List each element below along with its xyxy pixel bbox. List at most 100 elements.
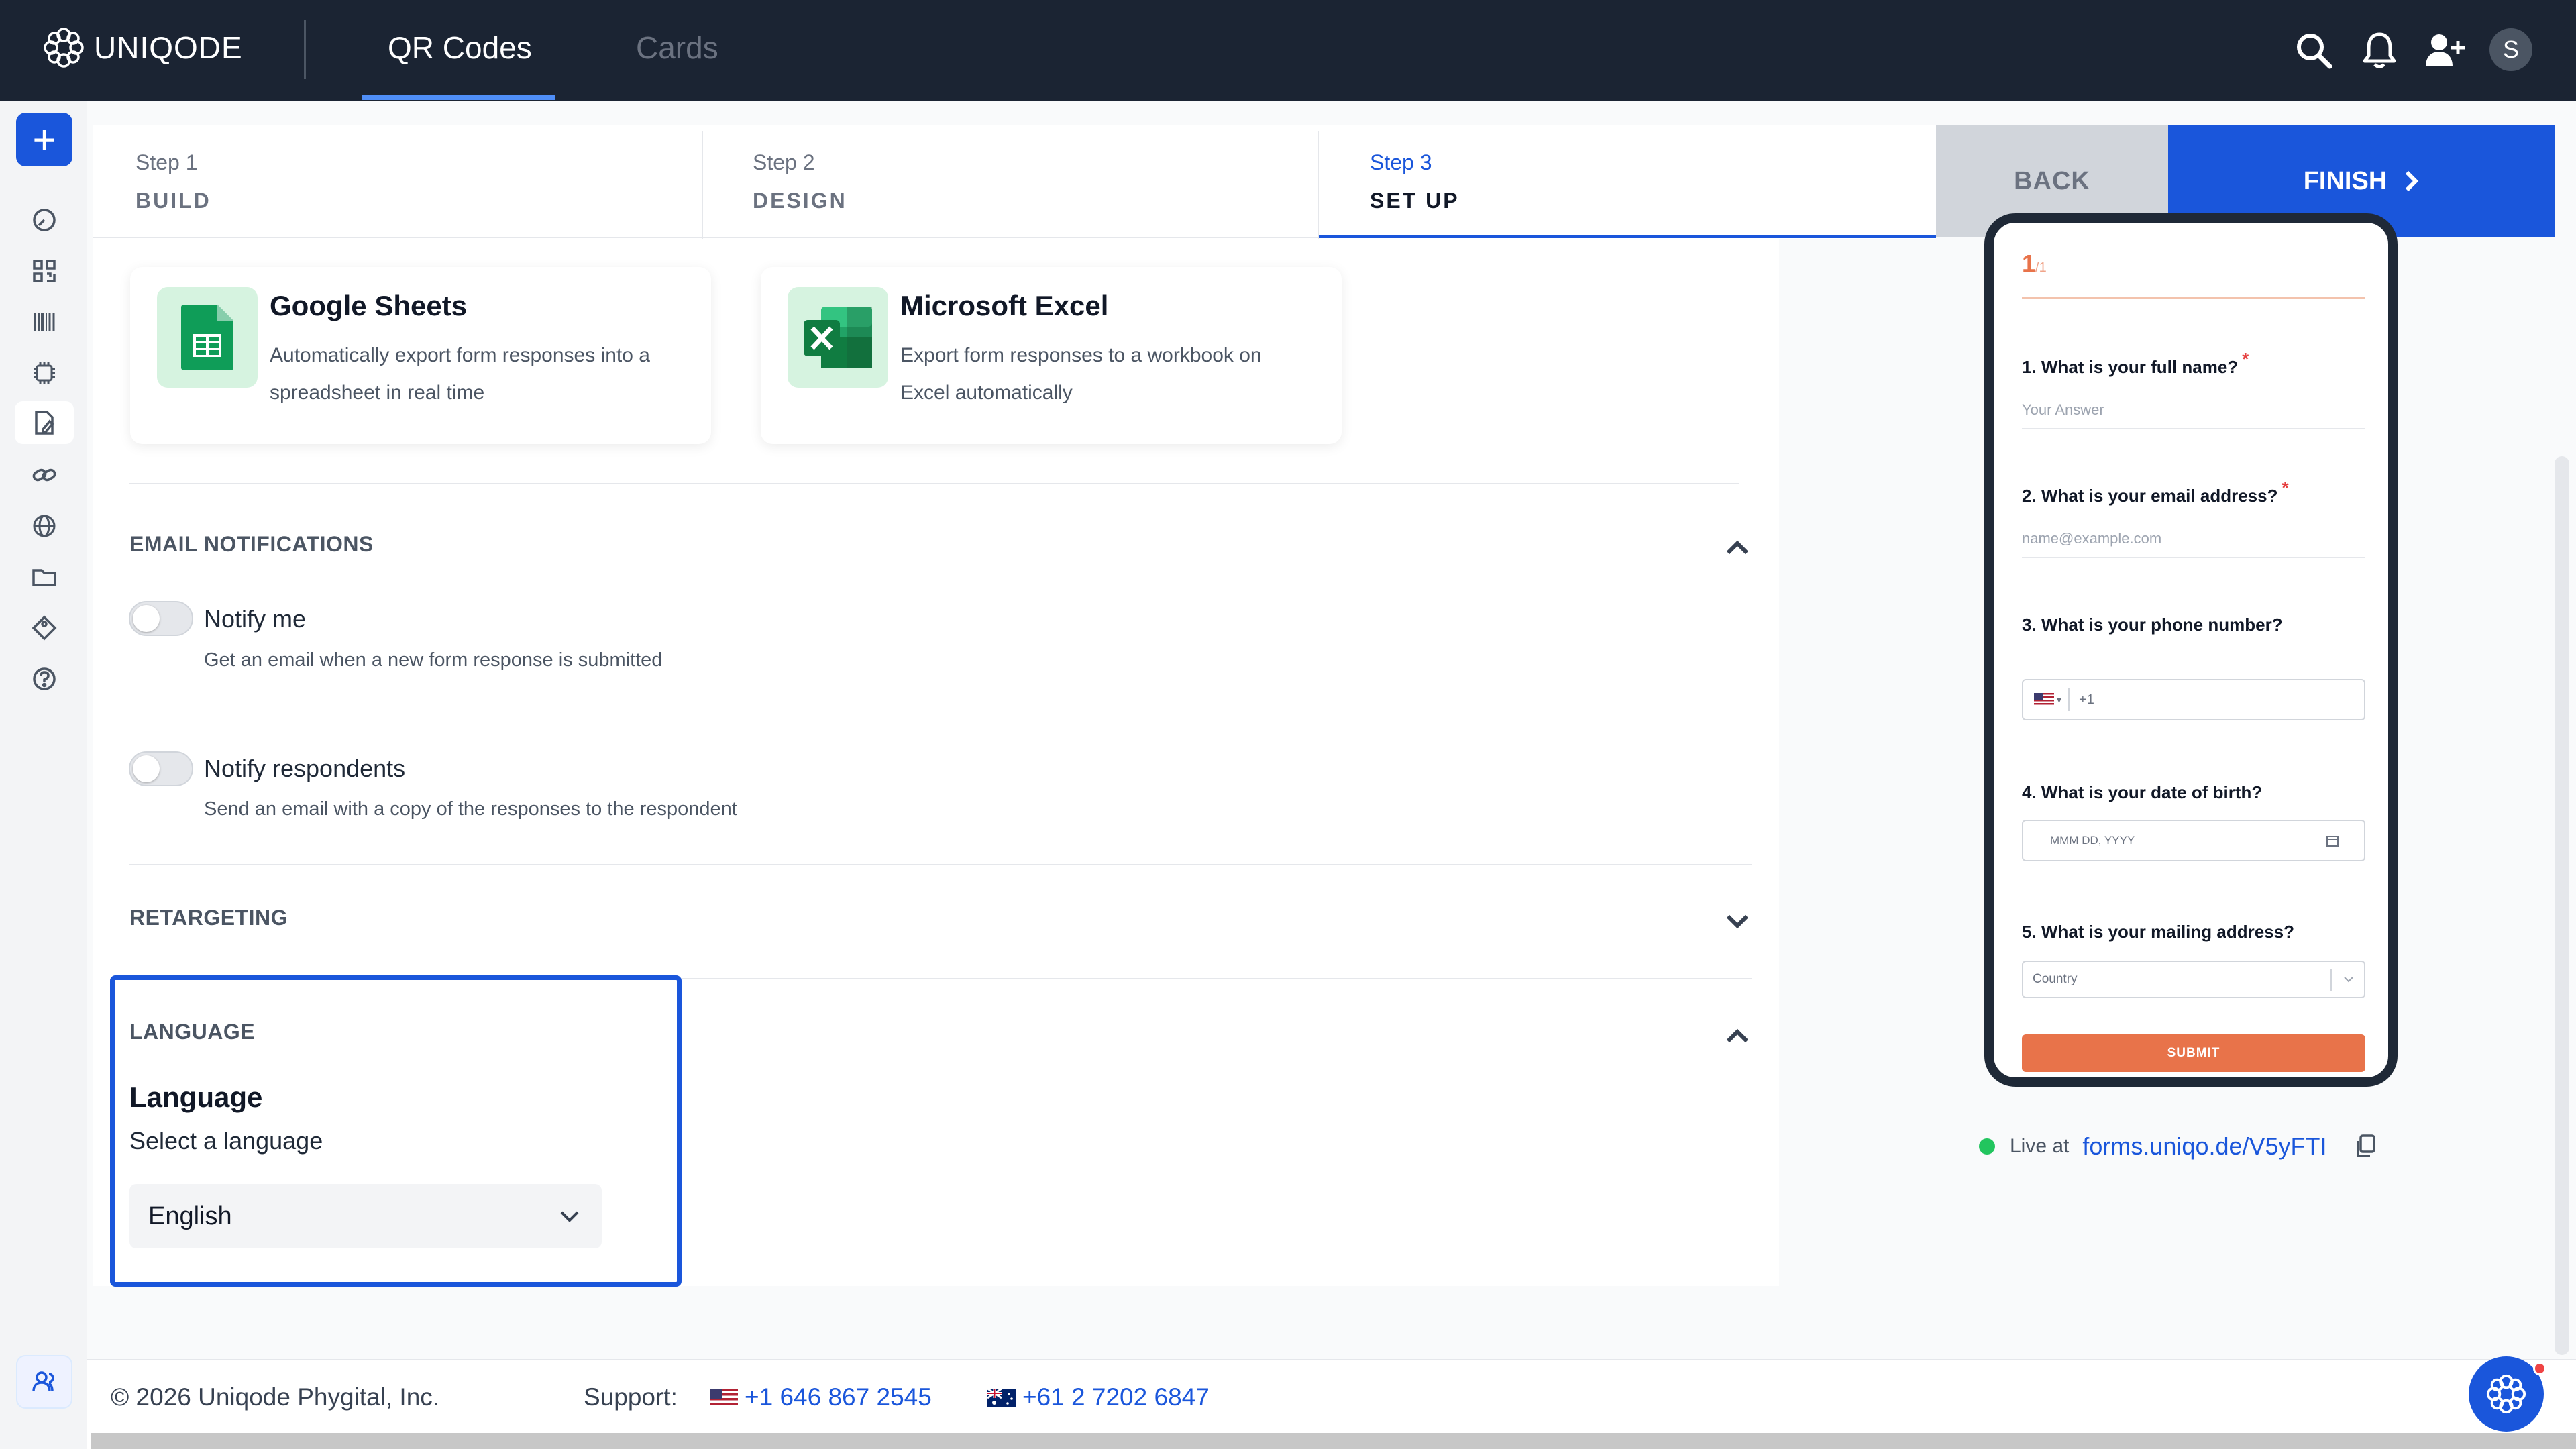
language-heading: Language bbox=[129, 1081, 263, 1113]
required-marker: * bbox=[2242, 349, 2249, 369]
stepper: Step 1 BUILD Step 2 DESIGN Step 3 SET UP bbox=[93, 125, 1936, 239]
live-url-row: Live at forms.uniqo.de/V5yFTI bbox=[1979, 1132, 2378, 1161]
brand-logo[interactable]: UNIQODE bbox=[42, 25, 243, 70]
chevron-down-icon[interactable] bbox=[1723, 907, 1752, 936]
tab-qr-codes[interactable]: QR Codes bbox=[388, 30, 532, 101]
divider bbox=[304, 20, 306, 79]
chevron-up-icon[interactable] bbox=[1723, 1021, 1752, 1051]
support-phone-us[interactable]: +1 646 867 2545 bbox=[745, 1383, 932, 1411]
preview-country-select: Country bbox=[2022, 961, 2365, 998]
language-subtitle: Select a language bbox=[129, 1127, 323, 1155]
form-icon[interactable] bbox=[15, 401, 74, 444]
tag-icon[interactable] bbox=[25, 609, 63, 647]
step-name: DESIGN bbox=[753, 189, 847, 213]
support-phone-au[interactable]: +61 2 7202 6847 bbox=[1022, 1383, 1210, 1411]
globe-icon[interactable] bbox=[25, 507, 63, 545]
preview-question: 3. What is your phone number? bbox=[2022, 614, 2283, 635]
tab-cards[interactable]: Cards bbox=[636, 30, 718, 101]
live-label: Live at bbox=[2010, 1135, 2070, 1157]
support-label: Support: bbox=[584, 1383, 678, 1411]
australia-flag-icon bbox=[987, 1389, 1016, 1407]
preview-progress-line bbox=[2022, 297, 2365, 299]
chevron-down-icon bbox=[560, 1211, 579, 1222]
google-sheets-integration[interactable]: Google Sheets Automatically export form … bbox=[130, 267, 711, 444]
active-step-indicator bbox=[1319, 235, 1936, 238]
uniqode-logo-icon bbox=[44, 28, 84, 68]
step-build[interactable]: Step 1 BUILD bbox=[93, 125, 710, 239]
team-icon[interactable] bbox=[16, 1355, 72, 1409]
chevron-right-icon bbox=[2406, 170, 2419, 192]
email-notifications-title: EMAIL NOTIFICATIONS bbox=[129, 532, 374, 556]
user-avatar[interactable]: S bbox=[2489, 28, 2532, 71]
notification-badge bbox=[2533, 1362, 2546, 1375]
step-design[interactable]: Step 2 DESIGN bbox=[710, 125, 1327, 239]
us-flag-icon bbox=[2034, 693, 2054, 706]
divider bbox=[129, 864, 1752, 865]
preview-question: 2. What is your email address? * bbox=[2022, 478, 2289, 506]
preview-question: 5. What is your mailing address? bbox=[2022, 922, 2294, 942]
step-number: Step 2 bbox=[753, 150, 815, 174]
uniqode-logo-icon bbox=[2486, 1374, 2526, 1414]
search-icon[interactable] bbox=[2290, 27, 2337, 74]
required-marker: * bbox=[2282, 478, 2289, 498]
dashboard-icon[interactable] bbox=[25, 201, 63, 239]
finish-label: FINISH bbox=[2303, 166, 2387, 195]
help-icon[interactable] bbox=[25, 660, 63, 698]
preview-underline bbox=[2022, 557, 2365, 558]
ai-chip-icon[interactable] bbox=[25, 354, 63, 392]
barcode-icon[interactable] bbox=[25, 303, 63, 341]
bell-icon[interactable] bbox=[2356, 27, 2403, 74]
preview-page-indicator: 1/1 bbox=[2022, 250, 2047, 278]
notify-me-toggle[interactable] bbox=[129, 601, 193, 636]
brand-name: UNIQODE bbox=[94, 30, 243, 65]
folder-icon[interactable] bbox=[25, 558, 63, 596]
microsoft-excel-integration[interactable]: Microsoft Excel Export form responses to… bbox=[761, 267, 1342, 444]
preview-submit-button: SUBMIT bbox=[2022, 1034, 2365, 1072]
step-number: Step 3 bbox=[1370, 150, 1432, 174]
step-setup[interactable]: Step 3 SET UP bbox=[1327, 125, 1936, 239]
top-navigation-bar: UNIQODE QR Codes Cards S bbox=[0, 0, 2576, 101]
preview-answer-placeholder: name@example.com bbox=[2022, 530, 2162, 547]
question-text: 2. What is your email address? bbox=[2022, 486, 2278, 506]
language-selected-value: English bbox=[148, 1201, 232, 1230]
footer: © 2026 Uniqode Phygital, Inc. Support: +… bbox=[87, 1359, 2576, 1433]
vertical-scrollbar[interactable] bbox=[2555, 456, 2569, 1355]
preview-page-total: /1 bbox=[2035, 260, 2047, 275]
active-tab-indicator bbox=[362, 95, 555, 100]
preview-page-number: 1 bbox=[2022, 250, 2036, 277]
form-preview-phone: 1/1 1. What is your full name? * Your Ans… bbox=[1984, 213, 2398, 1087]
live-url-link[interactable]: forms.uniqo.de/V5yFTI bbox=[2082, 1132, 2326, 1161]
retargeting-title[interactable]: RETARGETING bbox=[129, 906, 288, 930]
copy-icon[interactable] bbox=[2354, 1133, 2378, 1160]
language-select[interactable]: English bbox=[129, 1184, 602, 1248]
microsoft-excel-icon bbox=[788, 287, 888, 388]
preview-underline bbox=[2022, 428, 2365, 429]
notify-respondents-description: Send an email with a copy of the respons… bbox=[204, 798, 737, 820]
live-status-dot bbox=[1979, 1138, 1995, 1155]
horizontal-scrollbar[interactable] bbox=[91, 1433, 2576, 1449]
notify-respondents-label: Notify respondents bbox=[204, 755, 406, 782]
chevron-down-icon bbox=[2344, 977, 2353, 983]
step-divider bbox=[1318, 131, 1319, 239]
calendar-icon bbox=[2326, 836, 2339, 847]
left-sidebar: + bbox=[0, 101, 87, 1449]
chevron-up-icon[interactable] bbox=[1723, 533, 1752, 562]
google-sheets-icon bbox=[157, 287, 258, 388]
notify-me-label: Notify me bbox=[204, 605, 307, 633]
step-divider bbox=[702, 131, 703, 239]
qr-code-icon[interactable] bbox=[25, 252, 63, 290]
create-button[interactable]: + bbox=[16, 113, 72, 166]
preview-question: 1. What is your full name? * bbox=[2022, 349, 2249, 378]
us-flag-icon bbox=[710, 1389, 738, 1407]
divider bbox=[129, 483, 1739, 484]
step-name: BUILD bbox=[136, 189, 211, 213]
integration-title: Microsoft Excel bbox=[900, 290, 1109, 321]
step-name: SET UP bbox=[1370, 189, 1460, 213]
add-user-icon[interactable] bbox=[2422, 27, 2469, 74]
step-number: Step 1 bbox=[136, 150, 198, 174]
integration-title: Google Sheets bbox=[270, 290, 468, 321]
date-placeholder: MMM DD, YYYY bbox=[2050, 834, 2135, 847]
notify-respondents-toggle[interactable] bbox=[129, 751, 193, 786]
country-placeholder: Country bbox=[2033, 972, 2078, 986]
link-icon[interactable] bbox=[25, 456, 63, 494]
